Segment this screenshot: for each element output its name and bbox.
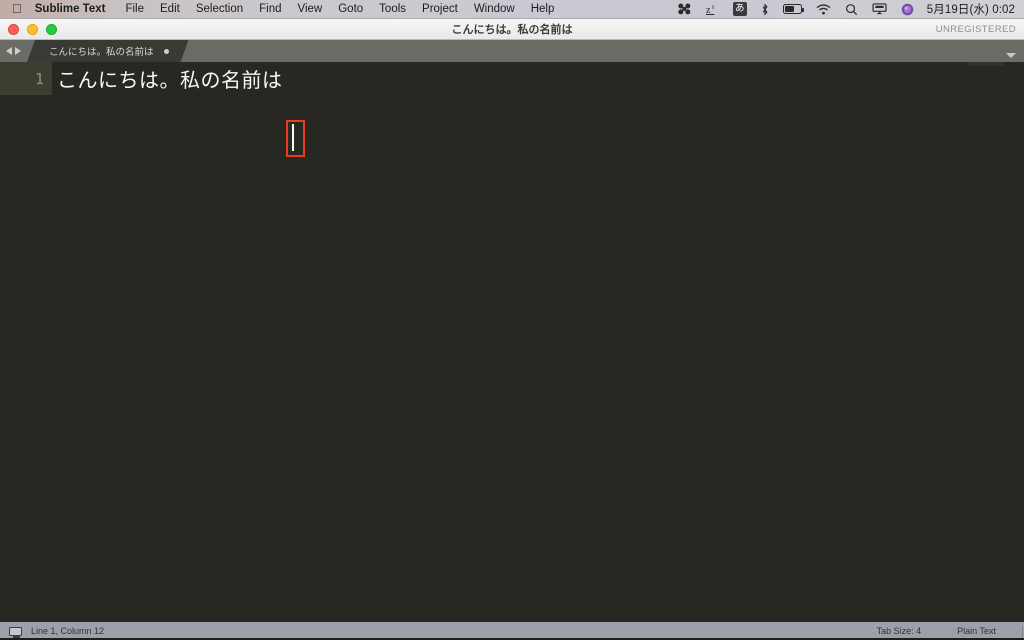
siri-icon[interactable]: [894, 0, 921, 19]
menu-item-window[interactable]: Window: [466, 3, 523, 15]
tab-active-file[interactable]: こんにちは。私の名前は: [27, 40, 189, 62]
macos-menu-bar:  Sublime Text File Edit Selection Find …: [0, 0, 1024, 19]
search-icon[interactable]: [838, 0, 865, 19]
airplay-icon[interactable]: [865, 0, 894, 19]
annotation-highlight-rectangle: [286, 120, 305, 157]
editor-line-text: こんにちは。私の名前は: [57, 68, 283, 92]
license-status-label: UNREGISTERED: [935, 23, 1016, 35]
text-caret: [292, 124, 294, 151]
menu-item-file[interactable]: File: [117, 3, 152, 15]
menu-item-find[interactable]: Find: [251, 3, 289, 15]
nav-back-arrow-icon[interactable]: [6, 47, 12, 55]
menu-item-project[interactable]: Project: [414, 3, 466, 15]
status-bar-left: Line 1, Column 12: [0, 626, 104, 638]
chevron-down-icon[interactable]: [1006, 53, 1016, 58]
tab-size-label[interactable]: Tab Size: 4: [877, 626, 922, 636]
battery-shell: [782, 4, 804, 14]
syntax-label[interactable]: Plain Text: [957, 626, 996, 636]
display-icon[interactable]: [9, 626, 22, 638]
apple-logo-icon[interactable]: : [0, 2, 33, 15]
menu-bar-clock[interactable]: 5月19日(水) 0:02: [921, 1, 1024, 17]
sleep-icon[interactable]: z z: [699, 0, 726, 19]
menu-item-app-name[interactable]: Sublime Text: [33, 3, 118, 15]
menu-item-help[interactable]: Help: [523, 3, 563, 15]
menu-item-tools[interactable]: Tools: [371, 3, 414, 15]
window-title: こんにちは。私の名前は: [451, 23, 573, 36]
status-bar-right: Tab Size: 4 Plain Text: [877, 626, 1024, 636]
menu-item-edit[interactable]: Edit: [152, 3, 188, 15]
minimap-thumbnail[interactable]: [968, 62, 1004, 66]
code-editor-area[interactable]: 1 こんにちは。私の名前は: [0, 62, 1024, 622]
tab-dirty-indicator-icon[interactable]: [164, 49, 169, 54]
battery-level: [784, 6, 794, 12]
tab-navigation: [0, 40, 27, 62]
nav-forward-arrow-icon[interactable]: [15, 47, 21, 55]
tab-bar: こんにちは。私の名前は: [0, 40, 1024, 62]
bluetooth-icon[interactable]: [754, 0, 776, 19]
menu-item-goto[interactable]: Goto: [330, 3, 371, 15]
dropbox-icon[interactable]: [670, 0, 699, 19]
wifi-icon[interactable]: [809, 0, 838, 19]
window-title-bar: こんにちは。私の名前は UNREGISTERED: [0, 19, 1024, 40]
cursor-position-label[interactable]: Line 1, Column 12: [31, 626, 104, 636]
menu-item-selection[interactable]: Selection: [188, 3, 251, 15]
input-method-label: あ: [732, 2, 747, 16]
input-method-icon[interactable]: あ: [726, 0, 754, 19]
menu-item-view[interactable]: View: [290, 3, 331, 15]
svg-text:z: z: [711, 3, 714, 10]
line-number: 1: [34, 69, 44, 88]
sublime-text-window: こんにちは。私の名前は UNREGISTERED こんにちは。私の名前は 1 こ…: [0, 19, 1024, 640]
tab-label: こんにちは。私の名前は: [49, 47, 154, 58]
battery-icon[interactable]: [776, 0, 809, 19]
